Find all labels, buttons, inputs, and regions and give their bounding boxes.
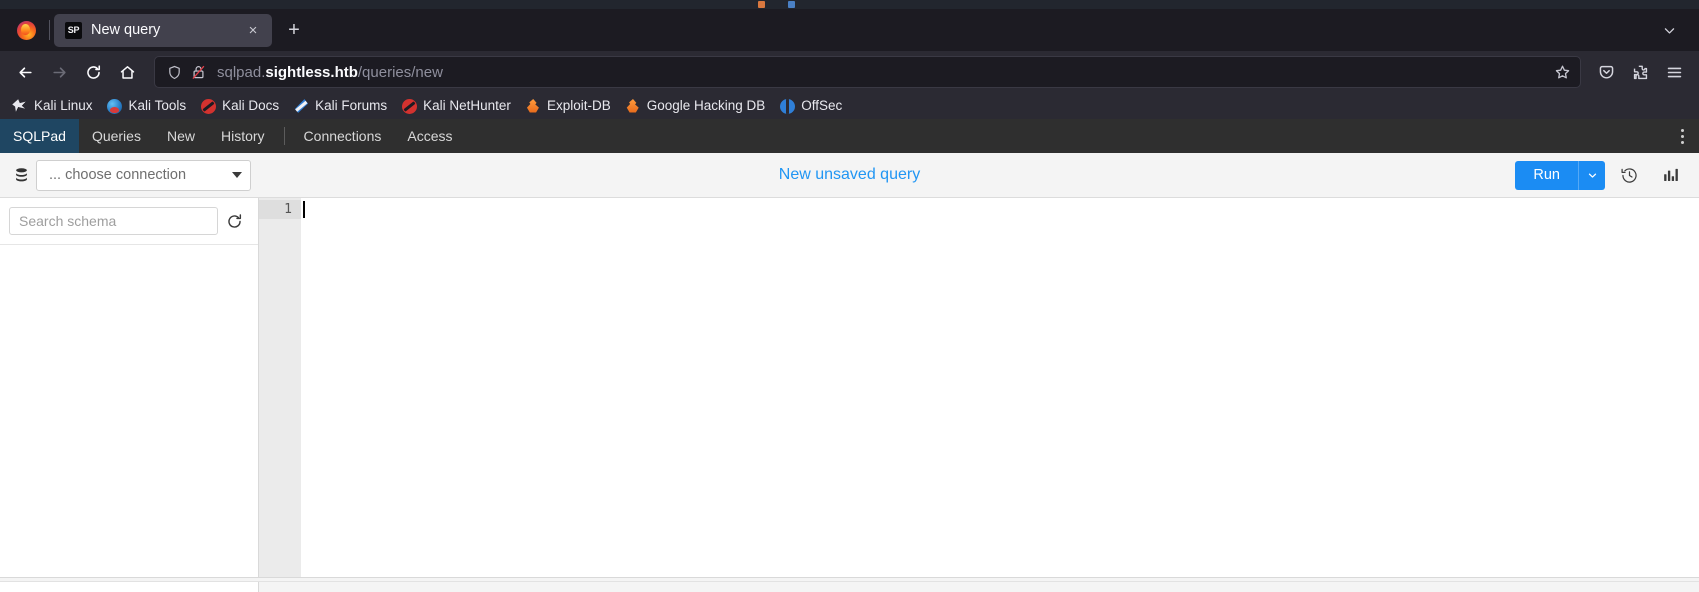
bookmark-offsec[interactable]: OffSec bbox=[773, 96, 848, 116]
query-workspace: 1 bbox=[0, 198, 1699, 592]
editor-text-area[interactable] bbox=[301, 198, 1699, 577]
query-title: New unsaved query bbox=[778, 166, 921, 183]
database-icon bbox=[6, 160, 36, 190]
back-arrow-icon[interactable] bbox=[8, 56, 42, 88]
navigation-toolbar: sqlpad.sightless.htb/queries/new bbox=[0, 51, 1699, 93]
bookmark-kali-tools[interactable]: Kali Tools bbox=[101, 96, 193, 116]
query-actions: Run bbox=[1515, 159, 1689, 191]
clock-history-icon[interactable] bbox=[1611, 159, 1647, 191]
query-results-pane bbox=[0, 582, 1699, 592]
offsec-icon bbox=[779, 98, 795, 114]
nav-item-history[interactable]: History bbox=[208, 119, 278, 153]
reload-icon[interactable] bbox=[76, 56, 110, 88]
url-text[interactable]: sqlpad.sightless.htb/queries/new bbox=[217, 64, 1546, 81]
query-toolbar: ... choose connection New unsaved query … bbox=[0, 153, 1699, 198]
close-icon[interactable]: × bbox=[243, 20, 263, 40]
run-button[interactable]: Run bbox=[1515, 160, 1578, 190]
kali-tools-icon bbox=[107, 98, 123, 114]
search-schema-input[interactable] bbox=[9, 207, 218, 235]
text-cursor bbox=[303, 201, 305, 218]
bookmark-label: Kali Docs bbox=[222, 98, 280, 114]
nav-item-queries[interactable]: Queries bbox=[79, 119, 154, 153]
bookmark-google-hacking-db[interactable]: Google Hacking DB bbox=[619, 96, 772, 116]
bar-chart-icon[interactable] bbox=[1653, 159, 1689, 191]
kali-nethunter-icon bbox=[401, 98, 417, 114]
bookmark-label: Kali NetHunter bbox=[423, 98, 511, 114]
bookmark-label: Kali Tools bbox=[128, 98, 187, 114]
browser-chrome: SP New query × + sqlpad.sightless.htb/qu… bbox=[0, 9, 1699, 119]
tab-favicon: SP bbox=[65, 21, 82, 39]
refresh-icon[interactable] bbox=[218, 207, 250, 235]
kali-docs-icon bbox=[200, 98, 216, 114]
bookmark-label: Kali Forums bbox=[315, 98, 388, 114]
nav-item-new[interactable]: New bbox=[154, 119, 208, 153]
app-navigation-bar: SQLPad Queries New History Connections A… bbox=[0, 119, 1699, 153]
nav-item-connections[interactable]: Connections bbox=[291, 119, 395, 153]
save-to-pocket-icon[interactable] bbox=[1589, 56, 1623, 88]
nav-item-access[interactable]: Access bbox=[394, 119, 465, 153]
app-brand-sqlpad[interactable]: SQLPad bbox=[0, 119, 79, 153]
bookmark-kali-forums[interactable]: Kali Forums bbox=[287, 96, 393, 116]
run-button-group: Run bbox=[1515, 160, 1605, 190]
bookmark-label: Exploit-DB bbox=[546, 98, 611, 114]
kali-forums-icon bbox=[293, 98, 309, 114]
background-window-icon-1 bbox=[758, 1, 765, 8]
kali-dragon-icon bbox=[12, 98, 28, 114]
kebab-menu-icon[interactable] bbox=[1665, 119, 1699, 153]
line-number: 1 bbox=[259, 200, 301, 219]
run-dropdown-chevron-down-icon[interactable] bbox=[1578, 160, 1605, 190]
bookmark-label: Google Hacking DB bbox=[646, 98, 766, 114]
nav-separator bbox=[283, 127, 285, 145]
tab-title: New query bbox=[91, 22, 161, 38]
new-tab-button[interactable]: + bbox=[278, 15, 310, 45]
sql-editor[interactable]: 1 bbox=[259, 198, 1699, 577]
list-all-tabs-chevron-down-icon[interactable] bbox=[1653, 15, 1685, 45]
connection-select-label: ... choose connection bbox=[49, 167, 187, 183]
bookmark-label: Kali Linux bbox=[34, 98, 93, 114]
bookmark-kali-linux[interactable]: Kali Linux bbox=[6, 96, 99, 116]
tab-strip-divider bbox=[49, 20, 50, 40]
connection-select[interactable]: ... choose connection bbox=[36, 159, 251, 191]
schema-sidebar bbox=[0, 198, 259, 577]
schema-tree-list[interactable] bbox=[0, 245, 258, 575]
forward-arrow-icon bbox=[42, 56, 76, 88]
toolbar-right-icons bbox=[1589, 56, 1691, 88]
extensions-icon[interactable] bbox=[1623, 56, 1657, 88]
bookmark-exploit-db[interactable]: Exploit-DB bbox=[519, 96, 617, 116]
bookmark-star-icon[interactable] bbox=[1554, 64, 1571, 81]
results-sidebar-spacer bbox=[0, 582, 259, 592]
browser-tab-active[interactable]: SP New query × bbox=[54, 13, 272, 47]
exploit-db-icon bbox=[525, 98, 541, 114]
application-menu-icon[interactable] bbox=[1657, 56, 1691, 88]
background-window-sliver bbox=[0, 0, 1699, 9]
background-window-icon-2 bbox=[788, 1, 795, 8]
tracking-protection-shield-icon[interactable] bbox=[167, 65, 182, 80]
chevron-down-icon bbox=[232, 172, 242, 178]
home-icon[interactable] bbox=[110, 56, 144, 88]
bookmark-kali-docs[interactable]: Kali Docs bbox=[194, 96, 285, 116]
tab-strip: SP New query × + bbox=[0, 9, 1699, 51]
bookmark-kali-nethunter[interactable]: Kali NetHunter bbox=[395, 96, 517, 116]
insecure-connection-lock-icon[interactable] bbox=[191, 64, 206, 80]
firefox-logo-icon bbox=[11, 15, 41, 45]
editor-line-number-gutter: 1 bbox=[259, 198, 301, 577]
schema-search-row bbox=[0, 198, 258, 245]
url-bar[interactable]: sqlpad.sightless.htb/queries/new bbox=[154, 56, 1581, 88]
query-body: 1 bbox=[0, 198, 1699, 577]
bookmark-label: OffSec bbox=[801, 98, 843, 114]
google-hacking-db-icon bbox=[625, 98, 641, 114]
bookmarks-bar: Kali Linux Kali Tools Kali Docs Kali For… bbox=[0, 93, 1699, 119]
results-content bbox=[259, 582, 1699, 592]
sqlpad-app: SQLPad Queries New History Connections A… bbox=[0, 119, 1699, 592]
